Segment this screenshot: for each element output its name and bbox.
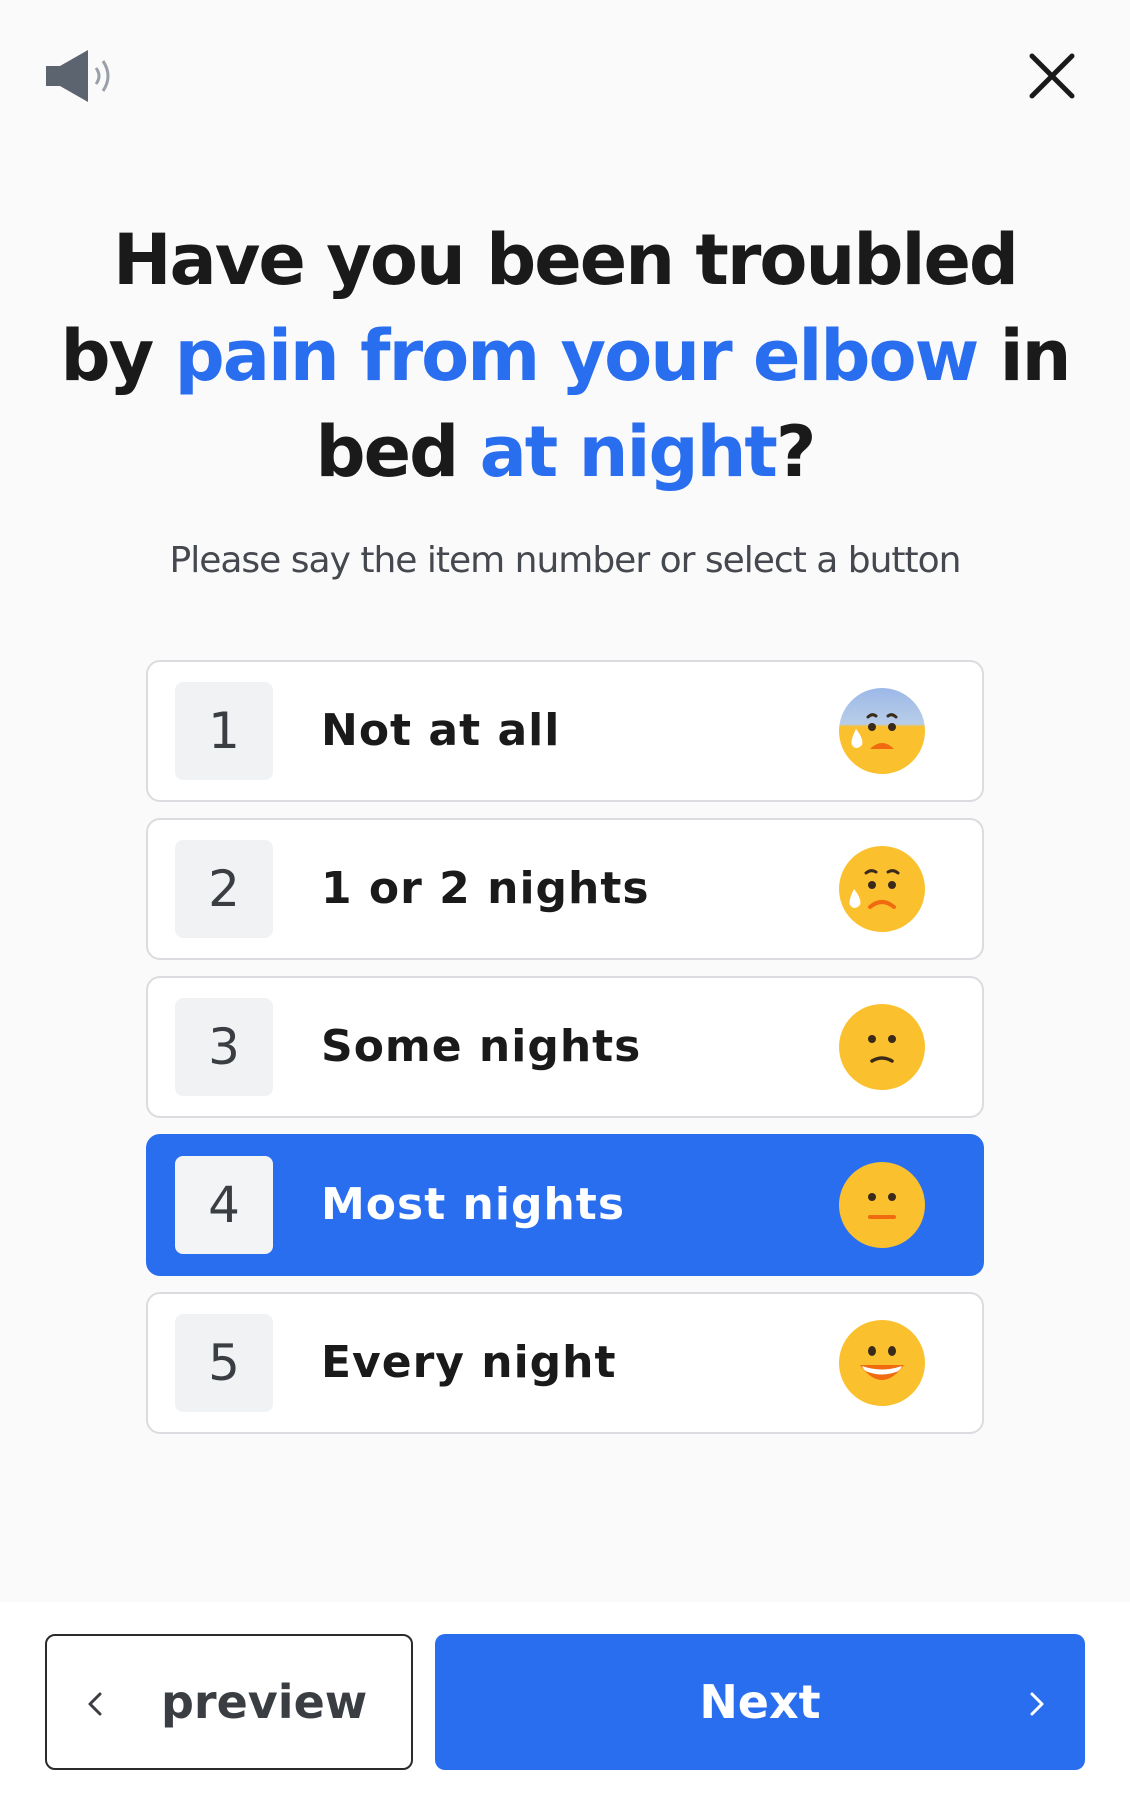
speaker-icon[interactable] (44, 46, 120, 106)
neutral-face-icon (839, 1162, 925, 1248)
option-number: 4 (175, 1156, 273, 1254)
option-label: Most nights (321, 1179, 626, 1230)
option-4[interactable]: 4 Most nights (146, 1134, 984, 1276)
option-label: Every night (321, 1337, 617, 1388)
next-button[interactable]: Next (435, 1634, 1085, 1770)
option-number: 2 (175, 840, 273, 938)
answer-options: 1 Not at all 2 1 or 2 nights 3 Some nigh… (146, 660, 984, 1450)
preview-button[interactable]: preview (45, 1634, 413, 1770)
sad-tear-face-icon (839, 846, 925, 932)
option-label: Not at all (321, 705, 561, 756)
option-label: Some nights (321, 1021, 642, 1072)
option-number: 5 (175, 1314, 273, 1412)
option-5[interactable]: 5 Every night (146, 1292, 984, 1434)
question-title: Have you been troubled by pain from your… (60, 212, 1071, 500)
question-highlight-time: at night (479, 411, 778, 493)
option-number: 1 (175, 682, 273, 780)
close-icon[interactable] (1026, 50, 1078, 102)
preview-button-label: preview (161, 1675, 368, 1729)
footer-bar: preview Next (0, 1602, 1130, 1808)
confused-face-icon (839, 1004, 925, 1090)
instruction-text: Please say the item number or select a b… (169, 540, 962, 581)
next-button-label: Next (699, 1675, 821, 1729)
grinning-face-icon (839, 1320, 925, 1406)
chevron-right-icon (1030, 1692, 1044, 1716)
option-number: 3 (175, 998, 273, 1096)
anxious-sweat-face-icon (839, 688, 925, 774)
top-bar (0, 0, 1130, 160)
chevron-left-icon (88, 1692, 102, 1716)
option-label: 1 or 2 nights (321, 863, 650, 914)
question-highlight-body-part: pain from your elbow (174, 315, 980, 397)
option-2[interactable]: 2 1 or 2 nights (146, 818, 984, 960)
option-3[interactable]: 3 Some nights (146, 976, 984, 1118)
question-text-part3: ? (775, 411, 817, 493)
option-1[interactable]: 1 Not at all (146, 660, 984, 802)
